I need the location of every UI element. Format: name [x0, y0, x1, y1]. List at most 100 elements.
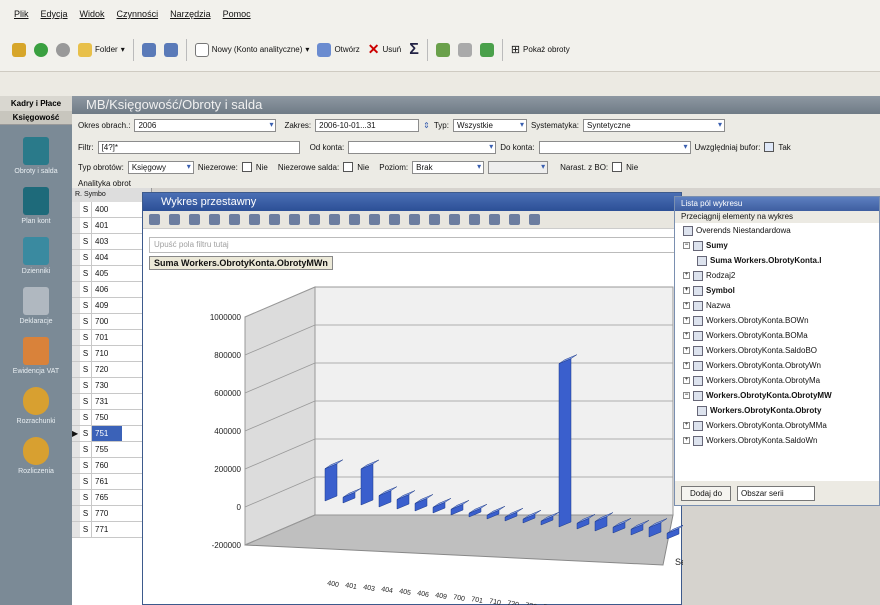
new-button[interactable]: Nowy (Konto analityczne) ▾ [194, 42, 309, 57]
folder-button[interactable]: Folder ▾ [78, 42, 125, 57]
stop-icon[interactable] [56, 42, 70, 57]
copy-icon[interactable] [229, 214, 240, 225]
table-row[interactable]: S 700 [72, 314, 151, 330]
table-row[interactable]: S 406 [72, 282, 151, 298]
properties-icon[interactable] [249, 214, 260, 225]
sidebar-header[interactable]: Kadry i Płace [0, 96, 72, 111]
table-row[interactable]: S 731 [72, 394, 151, 410]
data-field-button[interactable]: Suma Workers.ObrotyKonta.ObrotyMWn [149, 256, 333, 270]
poziom-select[interactable]: Brak [412, 160, 485, 174]
table-row[interactable]: S 765 [72, 490, 151, 506]
menu-item[interactable]: Widok [80, 9, 105, 19]
field-list-item[interactable]: + Workers.ObrotyKonta.BOMa [675, 328, 879, 343]
calc-icon[interactable] [369, 214, 380, 225]
table-row[interactable]: S 401 [72, 218, 151, 234]
form-view-icon[interactable] [163, 42, 178, 57]
refresh-icon[interactable] [449, 214, 460, 225]
table-row[interactable]: S 405 [72, 266, 151, 282]
table-row[interactable]: S 409 [72, 298, 151, 314]
odkonta-select[interactable] [348, 140, 497, 154]
expander-icon[interactable]: + [683, 362, 690, 369]
expander-icon[interactable]: − [683, 242, 690, 249]
legend-icon[interactable] [489, 214, 500, 225]
niezerowe-checkbox[interactable] [241, 162, 252, 172]
table-row[interactable]: S 761 [72, 474, 151, 490]
field-list-item[interactable]: + Rodzaj2 [675, 268, 879, 283]
sidebar-item[interactable]: Plan kont [0, 187, 72, 225]
sort-desc-icon[interactable] [289, 214, 300, 225]
sidebar-item[interactable]: Rozliczenia [0, 437, 72, 475]
export-icon[interactable] [479, 42, 494, 57]
pivot-title[interactable]: Wykres przestawny [143, 193, 681, 211]
table-row[interactable]: S 760 [72, 458, 151, 474]
back-icon[interactable] [12, 42, 26, 57]
field-list-item[interactable]: + Symbol [675, 283, 879, 298]
collapse-icon[interactable] [389, 214, 400, 225]
dokonta-select[interactable] [538, 140, 691, 154]
expander-icon[interactable]: + [683, 302, 690, 309]
table-row[interactable]: S 400 [72, 202, 151, 218]
field-list-item[interactable]: + Workers.ObrotyKonta.BOWn [675, 313, 879, 328]
sidebar-item[interactable]: Deklaracje [0, 287, 72, 325]
filter-drop-zone[interactable]: Upuść pola filtru tutaj [149, 237, 679, 253]
delete-icon[interactable] [209, 214, 220, 225]
typobr-select[interactable]: Księgowy [127, 160, 194, 174]
subtotal-icon[interactable] [349, 214, 360, 225]
table-row[interactable]: S 771 [72, 522, 151, 538]
print-icon[interactable] [457, 42, 472, 57]
expander-icon[interactable]: + [683, 377, 690, 384]
menu-item[interactable]: Edycja [41, 9, 68, 19]
menu-item[interactable]: Plik [14, 9, 29, 19]
field-list-item[interactable]: + Nazwa [675, 298, 879, 313]
niezsalda-checkbox[interactable] [343, 162, 354, 172]
field-list-item[interactable]: Workers.ObrotyKonta.Obroty [675, 403, 879, 418]
sidebar-item[interactable]: Ewidencja VAT [0, 337, 72, 375]
table-row[interactable]: S 701 [72, 330, 151, 346]
zakres-input[interactable]: 2006-10-01...31 [315, 118, 420, 132]
autofilter-icon[interactable] [309, 214, 320, 225]
okres-select[interactable]: 2006 [134, 118, 277, 132]
sort-asc-icon[interactable] [269, 214, 280, 225]
expander-icon[interactable]: − [683, 392, 690, 399]
poziom-detail-select[interactable] [488, 160, 549, 174]
open-button[interactable]: Otwórz [317, 42, 360, 57]
expander-icon[interactable]: + [683, 272, 690, 279]
chart-type-icon[interactable] [169, 214, 180, 225]
field-list-item[interactable]: − Workers.ObrotyKonta.ObrotyMW [675, 388, 879, 403]
typ-select[interactable]: Wszystkie [452, 118, 527, 132]
expander-icon[interactable]: + [683, 287, 690, 294]
narast-checkbox[interactable] [612, 162, 623, 172]
field-list-item[interactable]: Overends Niestandardowa [675, 223, 879, 238]
delete-button[interactable]: ✕ Usuń [368, 41, 401, 58]
add-to-button[interactable]: Dodaj do [681, 485, 732, 501]
table-row[interactable]: S 710 [72, 346, 151, 362]
expander-icon[interactable]: + [683, 332, 690, 339]
expander-icon[interactable]: + [683, 317, 690, 324]
expander-icon[interactable]: + [683, 422, 690, 429]
field-list-title[interactable]: Lista pól wykresu [675, 197, 879, 211]
table-row[interactable]: S 404 [72, 250, 151, 266]
chart-wizard-icon[interactable] [149, 214, 160, 225]
table-row[interactable]: S 403 [72, 234, 151, 250]
stepper-icon[interactable]: ⇕ [423, 121, 430, 130]
refresh-icon[interactable] [34, 42, 48, 57]
table-row[interactable]: S 720 [72, 362, 151, 378]
sidebar-item[interactable]: Rozrachunki [0, 387, 72, 425]
field-list-item[interactable]: Suma Workers.ObrotyKonta.I [675, 253, 879, 268]
show-top-icon[interactable] [329, 214, 340, 225]
sidebar-item[interactable]: Dzienniki [0, 237, 72, 275]
menu-item[interactable]: Czynności [117, 9, 159, 19]
table-row[interactable]: S 770 [72, 506, 151, 522]
menu-item[interactable]: Pomoc [223, 9, 251, 19]
show-turnover-button[interactable]: ⊞ Pokaż obroty [511, 43, 570, 56]
chart-icon[interactable] [435, 42, 450, 57]
table-row[interactable]: S 750 [72, 410, 151, 426]
sidebar-item[interactable]: Obroty i salda [0, 137, 72, 175]
sum-icon[interactable]: Σ [409, 41, 419, 59]
menu-item[interactable]: Narzędzia [170, 9, 211, 19]
grid-view-icon[interactable] [141, 42, 156, 57]
field-list-item[interactable]: + Workers.ObrotyKonta.SaldoBO [675, 343, 879, 358]
expander-icon[interactable]: + [683, 347, 690, 354]
field-list-item[interactable]: + Workers.ObrotyKonta.SaldoWn [675, 433, 879, 448]
sidebar-tab[interactable]: Księgowość [0, 111, 72, 125]
